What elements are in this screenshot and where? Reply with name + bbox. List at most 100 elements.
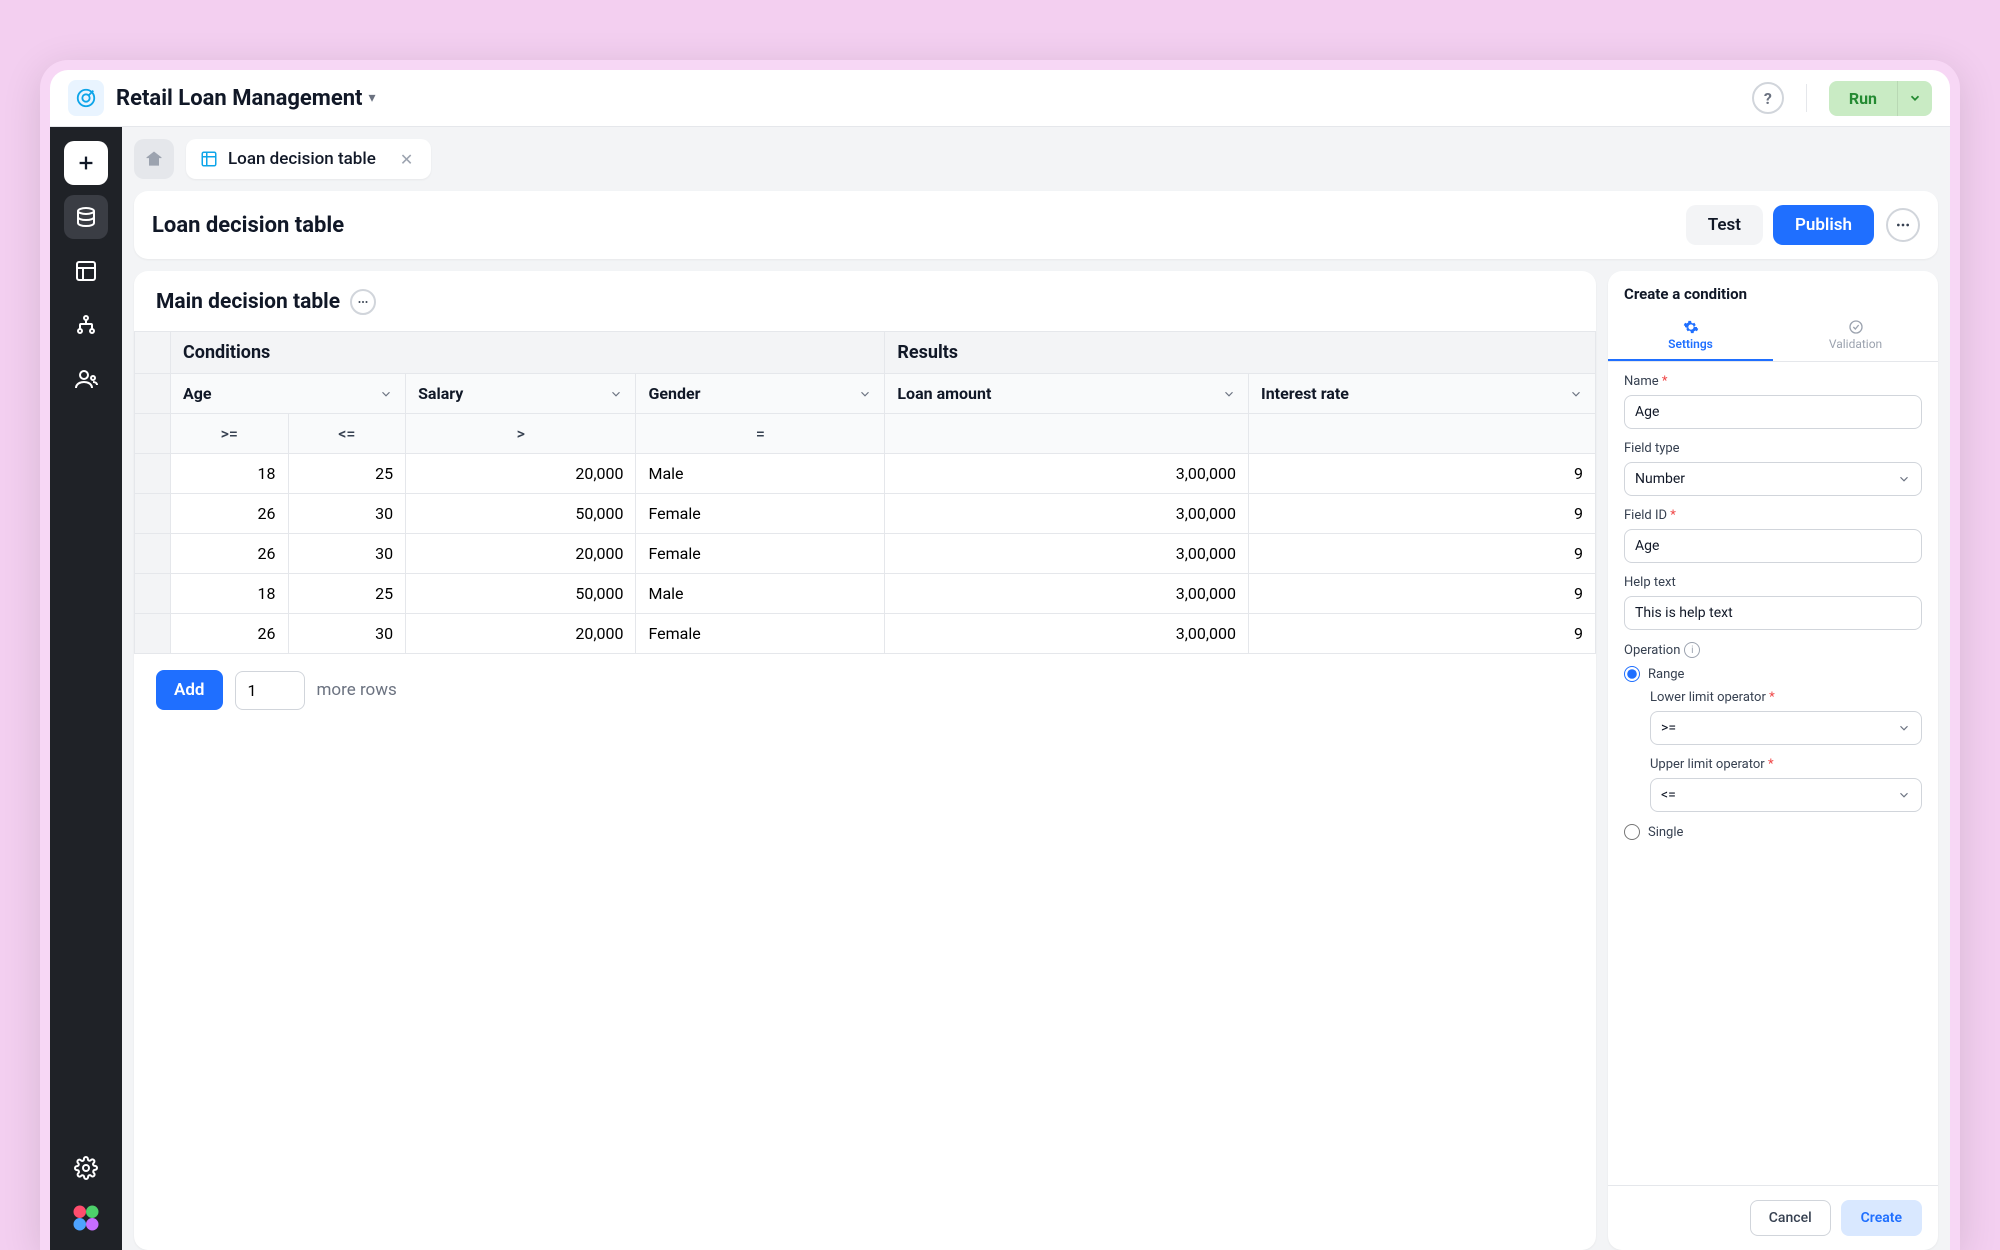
cell-gender[interactable]: Female xyxy=(636,494,885,534)
decision-table-card: Main decision table Conditions Results xyxy=(134,271,1596,1250)
brand-logo-icon xyxy=(68,1200,104,1236)
gear-icon xyxy=(1683,319,1699,335)
chevron-down-icon xyxy=(1897,721,1911,735)
cell-age-lo[interactable]: 26 xyxy=(171,534,289,574)
tab-label: Loan decision table xyxy=(228,149,376,169)
app-window: Retail Loan Management ▾ ? Run xyxy=(40,60,1960,1250)
file-tab[interactable]: Loan decision table ✕ xyxy=(186,139,431,179)
tabbar: Loan decision table ✕ xyxy=(122,127,1950,179)
cell-loan-amount[interactable]: 3,00,000 xyxy=(885,534,1249,574)
row-count-input[interactable] xyxy=(235,671,305,710)
cell-interest-rate[interactable]: 9 xyxy=(1249,614,1596,654)
cell-salary[interactable]: 20,000 xyxy=(406,534,636,574)
label-help-text: Help text xyxy=(1624,575,1922,590)
input-name[interactable] xyxy=(1624,395,1922,429)
test-button[interactable]: Test xyxy=(1686,205,1763,245)
label-field-type: Field type xyxy=(1624,441,1922,456)
page-more-button[interactable] xyxy=(1886,208,1920,242)
cell-age-lo[interactable]: 18 xyxy=(171,454,289,494)
cell-loan-amount[interactable]: 3,00,000 xyxy=(885,614,1249,654)
panel-title: Create a condition xyxy=(1608,271,1938,313)
sidebar-data-button[interactable] xyxy=(64,195,108,239)
help-button[interactable]: ? xyxy=(1752,82,1784,114)
cell-age-hi[interactable]: 25 xyxy=(288,454,406,494)
sidebar-users-button[interactable] xyxy=(64,357,108,401)
table-icon xyxy=(200,150,218,168)
tab-settings[interactable]: Settings xyxy=(1608,313,1773,361)
tab-close-button[interactable]: ✕ xyxy=(396,150,417,169)
chevron-down-icon xyxy=(609,387,623,401)
topbar: Retail Loan Management ▾ ? Run xyxy=(50,70,1950,127)
condition-panel: Create a condition Settings Validation xyxy=(1608,271,1938,1250)
cell-salary[interactable]: 20,000 xyxy=(406,454,636,494)
publish-button[interactable]: Publish xyxy=(1773,205,1874,245)
cell-interest-rate[interactable]: 9 xyxy=(1249,574,1596,614)
results-header: Results xyxy=(885,332,1596,374)
col-gender[interactable]: Gender xyxy=(636,374,885,414)
cell-salary[interactable]: 50,000 xyxy=(406,574,636,614)
create-button[interactable]: Create xyxy=(1841,1200,1922,1236)
sidebar-add-button[interactable] xyxy=(64,141,108,185)
select-lower-limit[interactable]: >= xyxy=(1650,711,1922,745)
label-lower-limit: Lower limit operator * xyxy=(1650,690,1922,705)
chevron-down-icon xyxy=(1222,387,1236,401)
sidebar-layout-button[interactable] xyxy=(64,249,108,293)
cell-age-lo[interactable]: 18 xyxy=(171,574,289,614)
cell-age-hi[interactable]: 25 xyxy=(288,574,406,614)
label-field-id: Field ID * xyxy=(1624,508,1922,523)
table-row[interactable]: 182520,000Male3,00,0009 xyxy=(135,454,1596,494)
cell-gender[interactable]: Female xyxy=(636,614,885,654)
col-salary[interactable]: Salary xyxy=(406,374,636,414)
app-title[interactable]: Retail Loan Management ▾ xyxy=(116,86,376,111)
panel-footer: Cancel Create xyxy=(1608,1185,1938,1250)
input-help-text[interactable] xyxy=(1624,596,1922,630)
home-tab[interactable] xyxy=(134,139,174,179)
cell-loan-amount[interactable]: 3,00,000 xyxy=(885,574,1249,614)
cell-interest-rate[interactable]: 9 xyxy=(1249,534,1596,574)
label-upper-limit: Upper limit operator * xyxy=(1650,757,1922,772)
op-age-hi: <= xyxy=(288,414,406,454)
cell-age-hi[interactable]: 30 xyxy=(288,534,406,574)
page-header: Loan decision table Test Publish xyxy=(134,191,1938,259)
cell-gender[interactable]: Male xyxy=(636,574,885,614)
run-dropdown-button[interactable] xyxy=(1897,81,1932,116)
sidebar xyxy=(50,127,122,1250)
chevron-down-icon xyxy=(858,387,872,401)
table-row[interactable]: 263050,000Female3,00,0009 xyxy=(135,494,1596,534)
cell-gender[interactable]: Male xyxy=(636,454,885,494)
table-footer: Add more rows xyxy=(134,654,1596,710)
col-interest-rate[interactable]: Interest rate xyxy=(1249,374,1596,414)
sidebar-workflow-button[interactable] xyxy=(64,303,108,347)
run-button[interactable]: Run xyxy=(1829,81,1897,116)
cell-age-hi[interactable]: 30 xyxy=(288,494,406,534)
select-field-type[interactable]: Number xyxy=(1624,462,1922,496)
input-field-id[interactable] xyxy=(1624,529,1922,563)
cell-interest-rate[interactable]: 9 xyxy=(1249,454,1596,494)
col-age[interactable]: Age xyxy=(171,374,406,414)
cell-age-lo[interactable]: 26 xyxy=(171,614,289,654)
cell-age-lo[interactable]: 26 xyxy=(171,494,289,534)
tab-validation[interactable]: Validation xyxy=(1773,313,1938,361)
radio-single[interactable]: Single xyxy=(1624,824,1922,840)
chevron-down-icon xyxy=(379,387,393,401)
table-row[interactable]: 263020,000Female3,00,0009 xyxy=(135,534,1596,574)
col-loan-amount[interactable]: Loan amount xyxy=(885,374,1249,414)
app-logo-icon xyxy=(68,80,104,116)
add-rows-button[interactable]: Add xyxy=(156,670,223,710)
cell-interest-rate[interactable]: 9 xyxy=(1249,494,1596,534)
table-row[interactable]: 263020,000Female3,00,0009 xyxy=(135,614,1596,654)
cell-gender[interactable]: Female xyxy=(636,534,885,574)
chevron-down-icon xyxy=(1897,472,1911,486)
cell-salary[interactable]: 20,000 xyxy=(406,614,636,654)
table-row[interactable]: 182550,000Male3,00,0009 xyxy=(135,574,1596,614)
table-more-button[interactable] xyxy=(350,289,376,315)
chevron-down-icon xyxy=(1897,788,1911,802)
cell-age-hi[interactable]: 30 xyxy=(288,614,406,654)
cell-loan-amount[interactable]: 3,00,000 xyxy=(885,494,1249,534)
cancel-button[interactable]: Cancel xyxy=(1750,1200,1831,1236)
radio-range[interactable]: Range xyxy=(1624,666,1922,682)
select-upper-limit[interactable]: <= xyxy=(1650,778,1922,812)
cell-loan-amount[interactable]: 3,00,000 xyxy=(885,454,1249,494)
cell-salary[interactable]: 50,000 xyxy=(406,494,636,534)
sidebar-settings-button[interactable] xyxy=(64,1146,108,1190)
